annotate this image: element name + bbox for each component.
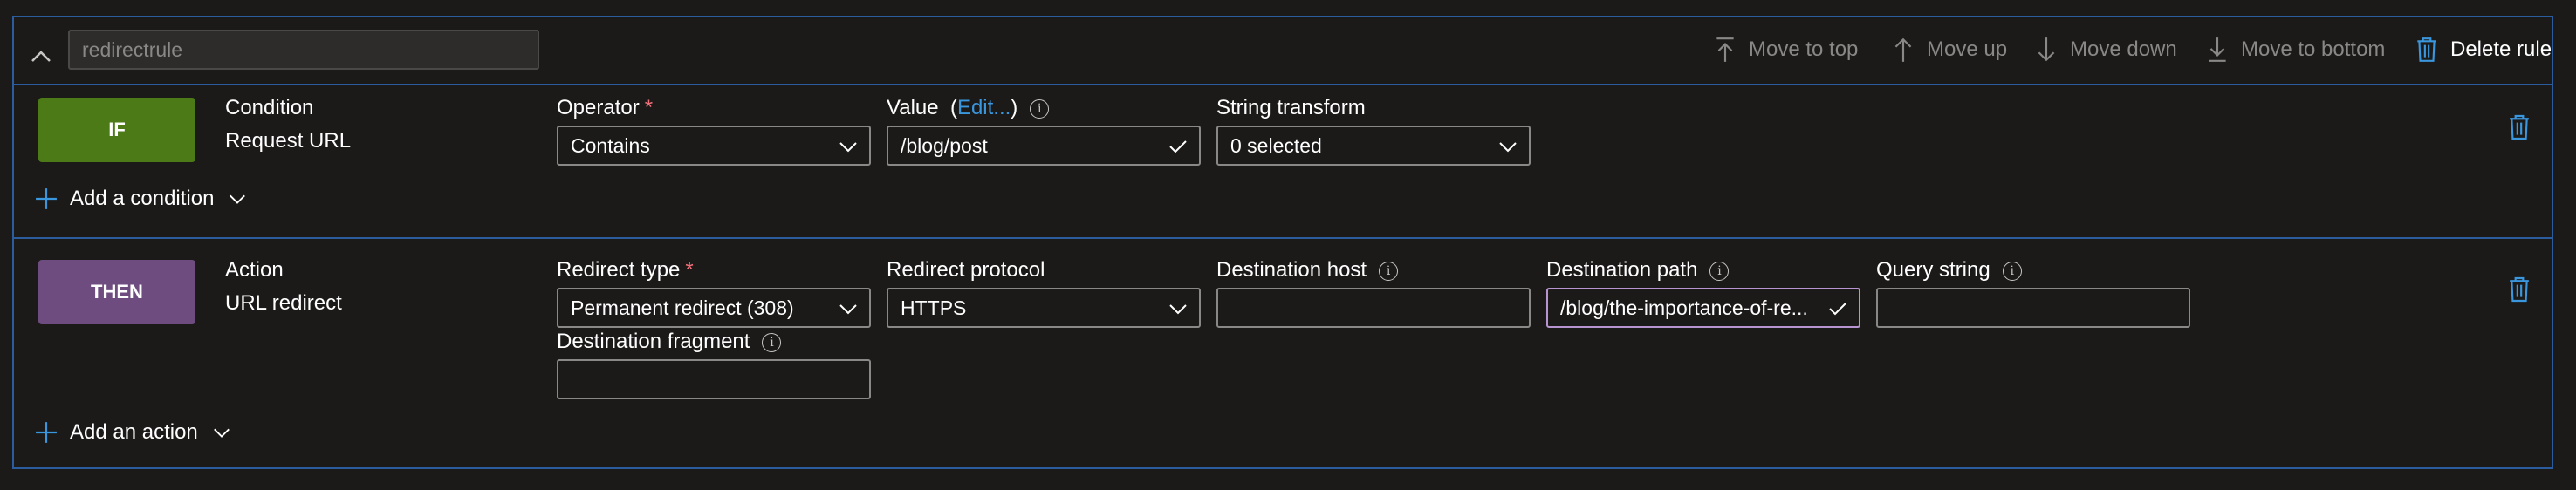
operator-label: Operator * — [557, 96, 654, 119]
move-down-button[interactable]: Move down — [2035, 33, 2177, 66]
action-type: URL redirect — [225, 291, 342, 315]
move-to-bottom-label: Move to bottom — [2241, 37, 2386, 61]
delete-condition-icon[interactable] — [2508, 113, 2531, 141]
action-title: Action — [225, 258, 284, 282]
redirect-type-value: Permanent redirect (308) — [571, 296, 794, 319]
trash-icon — [2417, 37, 2436, 62]
destination-host-label: Destination host i — [1216, 258, 1399, 282]
destination-fragment-label: Destination fragment i — [557, 330, 782, 354]
redirect-type-label: Redirect type * — [557, 258, 694, 282]
header-divider — [14, 84, 2552, 85]
info-icon[interactable]: i — [762, 333, 782, 352]
arrow-down-icon — [2038, 37, 2055, 62]
value-label: Value (Edit...) i — [887, 96, 1050, 120]
section-divider — [14, 237, 2552, 239]
chevron-up-icon[interactable] — [28, 44, 54, 70]
redirect-protocol-value: HTTPS — [901, 296, 967, 319]
chevron-down-icon — [839, 304, 857, 315]
move-down-label: Move down — [2070, 37, 2177, 61]
redirect-protocol-label: Redirect protocol — [887, 258, 1045, 282]
info-icon[interactable]: i — [1709, 262, 1730, 281]
chevron-down-icon — [839, 142, 857, 153]
info-icon[interactable]: i — [1379, 262, 1399, 281]
chevron-down-icon — [230, 194, 246, 204]
move-to-bottom-icon — [2209, 37, 2226, 62]
condition-type: Request URL — [225, 129, 352, 153]
checkmark-icon — [1169, 140, 1187, 153]
edit-value-link[interactable]: Edit... — [957, 96, 1011, 119]
string-transform-value: 0 selected — [1230, 134, 1322, 157]
info-icon[interactable]: i — [1030, 99, 1050, 119]
info-icon[interactable]: i — [2002, 262, 2022, 281]
value-dropdown[interactable]: /blog/post — [887, 126, 1201, 166]
move-to-top-button[interactable]: Move to top — [1714, 33, 1858, 66]
query-string-input[interactable] — [1876, 288, 2190, 328]
add-condition-button[interactable]: Add a condition — [35, 187, 247, 211]
plus-icon — [36, 188, 57, 209]
chevron-down-icon — [1169, 304, 1187, 315]
move-to-top-icon — [1716, 37, 1734, 62]
then-badge: THEN — [38, 260, 195, 324]
move-to-top-label: Move to top — [1749, 37, 1859, 61]
string-transform-dropdown[interactable]: 0 selected — [1216, 126, 1531, 166]
move-up-label: Move up — [1927, 37, 2008, 61]
destination-path-value: /blog/the-importance-of-re... — [1560, 296, 1808, 319]
chevron-down-icon — [1499, 142, 1517, 153]
condition-title: Condition — [225, 96, 314, 119]
chevron-down-icon — [213, 428, 230, 438]
destination-host-input[interactable] — [1216, 288, 1531, 328]
routing-rule-panel: redirectrule Move to top Move up Move do… — [12, 16, 2553, 469]
destination-path-input[interactable]: /blog/the-importance-of-re... — [1546, 288, 1860, 328]
move-up-button[interactable]: Move up — [1892, 33, 2007, 66]
string-transform-label: String transform — [1216, 96, 1366, 119]
query-string-label: Query string i — [1876, 258, 2022, 282]
destination-fragment-input[interactable] — [557, 359, 871, 399]
delete-rule-button[interactable]: Delete rule — [2415, 33, 2552, 66]
add-condition-label: Add a condition — [70, 187, 215, 210]
if-badge: IF — [38, 98, 195, 162]
checkmark-icon — [1829, 303, 1846, 316]
rule-name-input[interactable]: redirectrule — [68, 30, 539, 70]
destination-path-label: Destination path i — [1546, 258, 1730, 282]
redirect-protocol-dropdown[interactable]: HTTPS — [887, 288, 1201, 328]
move-to-bottom-button[interactable]: Move to bottom — [2206, 33, 2385, 66]
add-action-button[interactable]: Add an action — [35, 420, 231, 445]
add-action-label: Add an action — [70, 420, 198, 444]
delete-rule-label: Delete rule — [2450, 37, 2552, 61]
redirect-type-dropdown[interactable]: Permanent redirect (308) — [557, 288, 871, 328]
operator-value: Contains — [571, 134, 650, 157]
value-value: /blog/post — [901, 134, 988, 157]
operator-dropdown[interactable]: Contains — [557, 126, 871, 166]
delete-action-icon[interactable] — [2508, 276, 2531, 303]
plus-icon — [36, 422, 57, 443]
arrow-up-icon — [1894, 37, 1912, 62]
